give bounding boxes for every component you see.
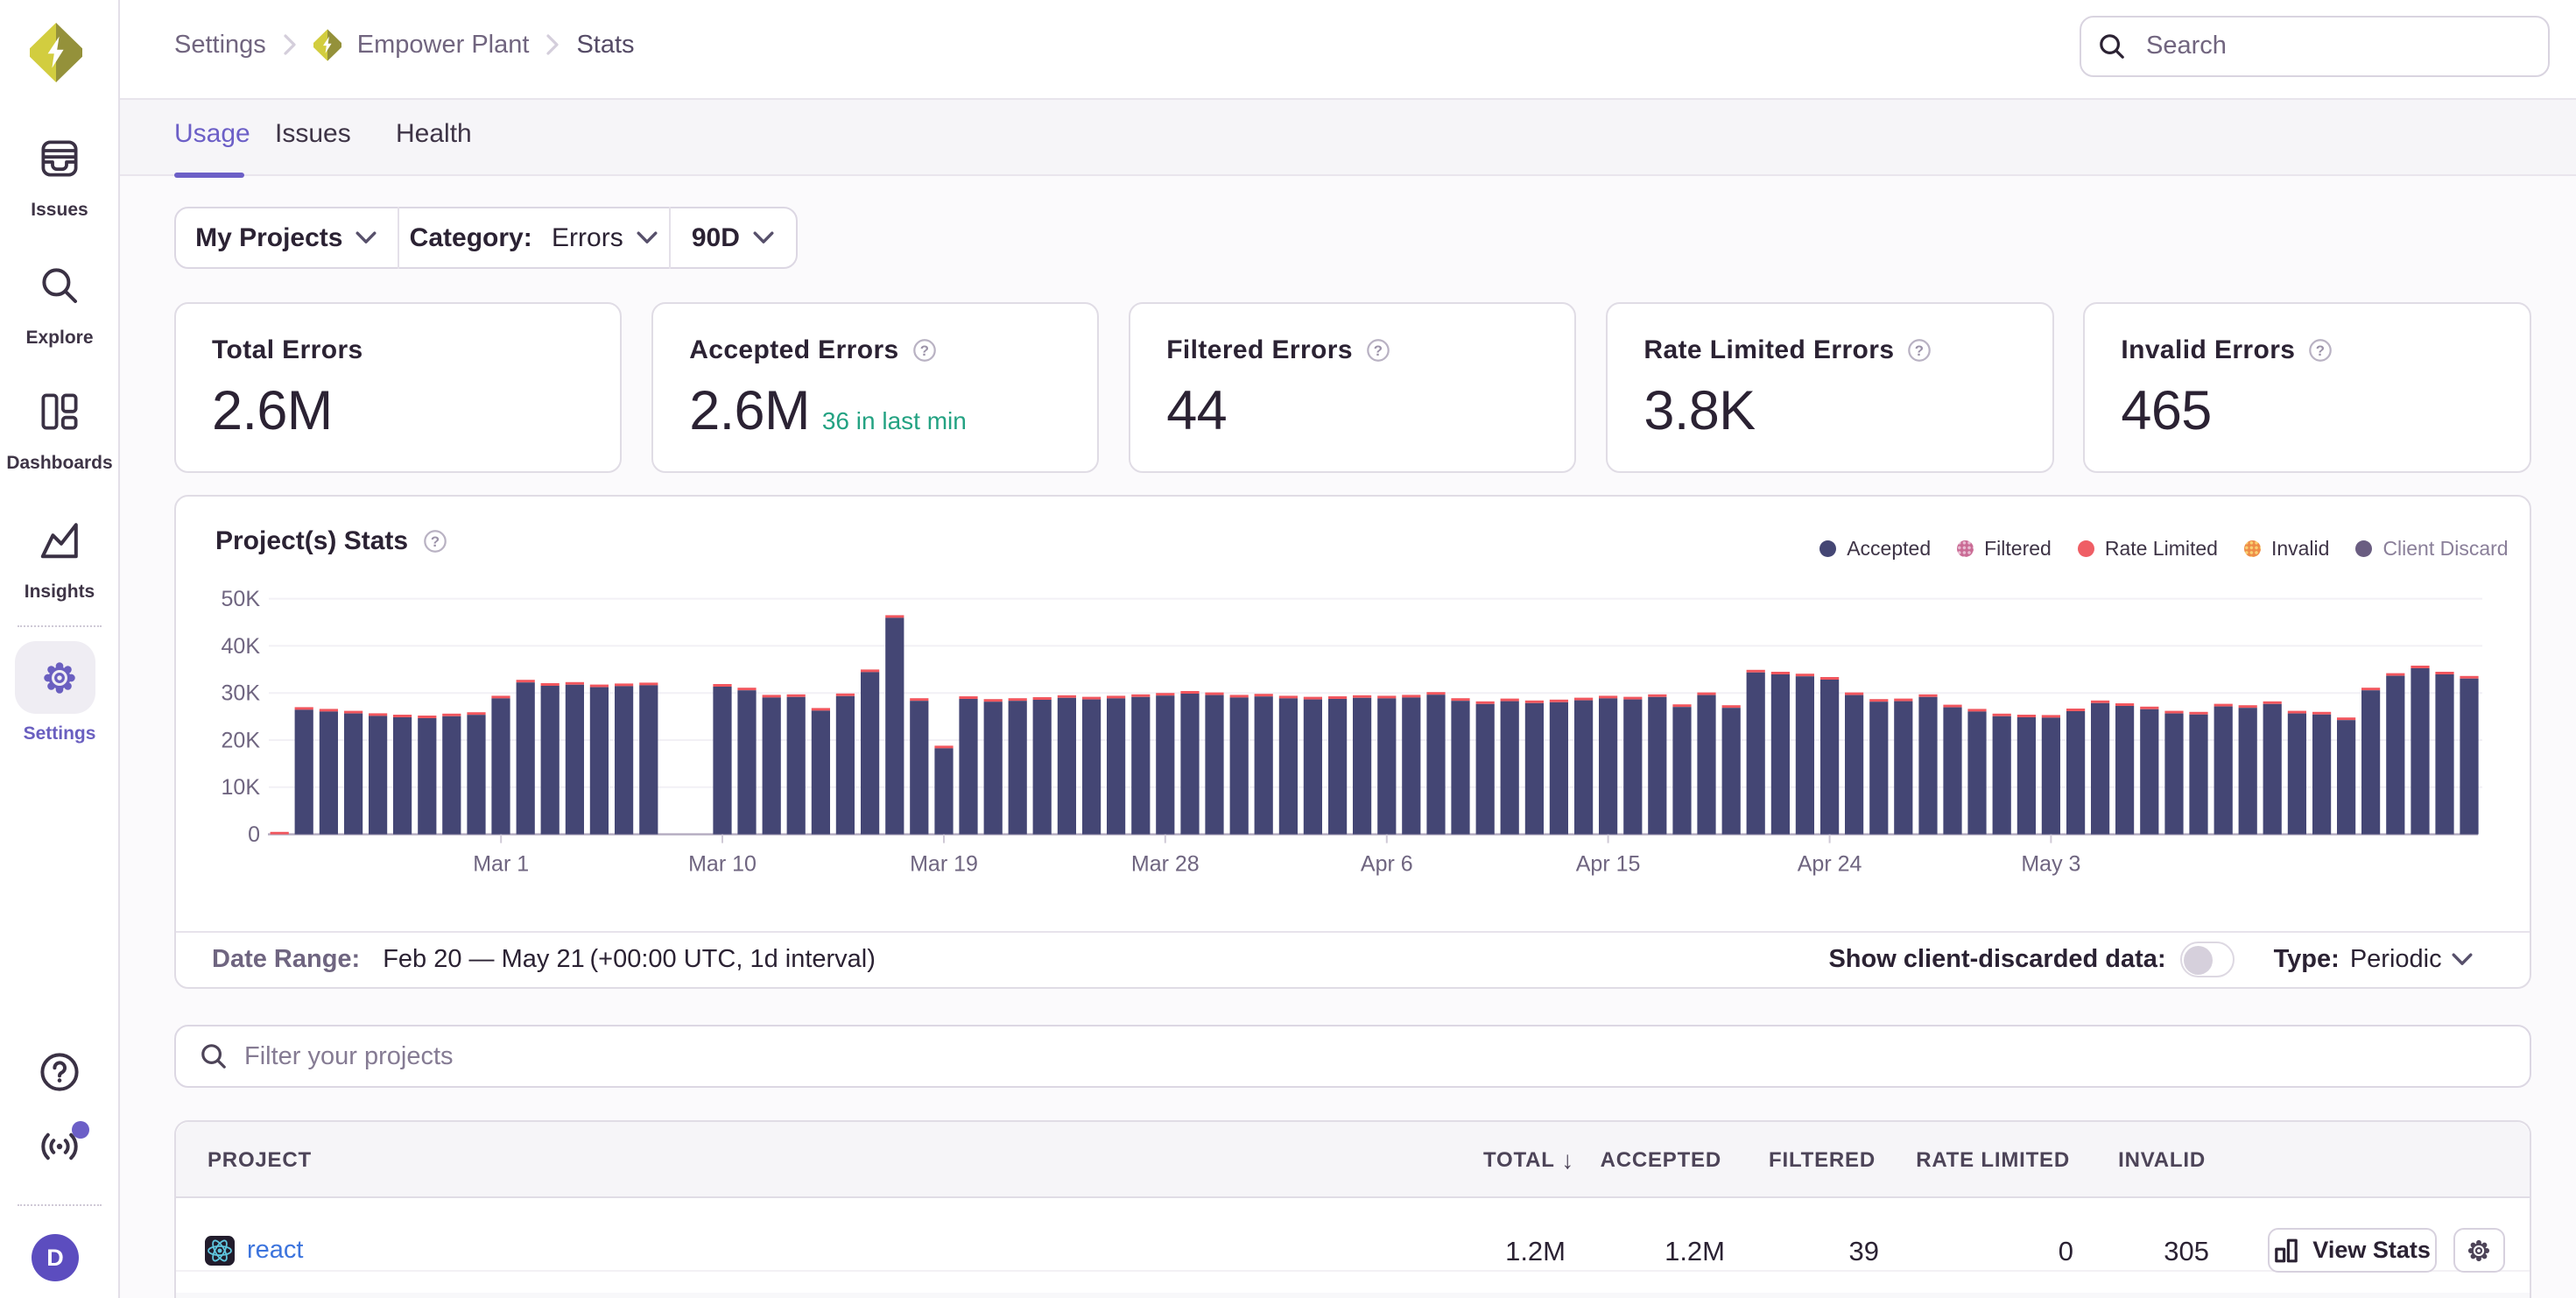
svg-text:40K: 40K [222,634,261,659]
svg-text:Apr 6: Apr 6 [1361,852,1413,877]
svg-text:0: 0 [248,822,260,847]
svg-text:Mar 19: Mar 19 [910,852,978,877]
svg-text:?: ? [919,342,929,359]
svg-text:20K: 20K [222,729,261,753]
svg-text:Mar 28: Mar 28 [1131,852,1200,877]
svg-text:Mar 10: Mar 10 [688,852,757,877]
svg-text:?: ? [1915,342,1925,359]
svg-text:30K: 30K [222,681,261,706]
svg-text:Apr 24: Apr 24 [1798,852,1862,877]
svg-text:?: ? [1374,342,1383,359]
svg-text:50K: 50K [222,587,261,611]
svg-text:10K: 10K [222,776,261,801]
svg-text:Mar 1: Mar 1 [473,852,529,877]
svg-text:?: ? [2316,342,2326,359]
svg-text:Apr 15: Apr 15 [1576,852,1641,877]
svg-text:May 3: May 3 [2021,852,2080,877]
